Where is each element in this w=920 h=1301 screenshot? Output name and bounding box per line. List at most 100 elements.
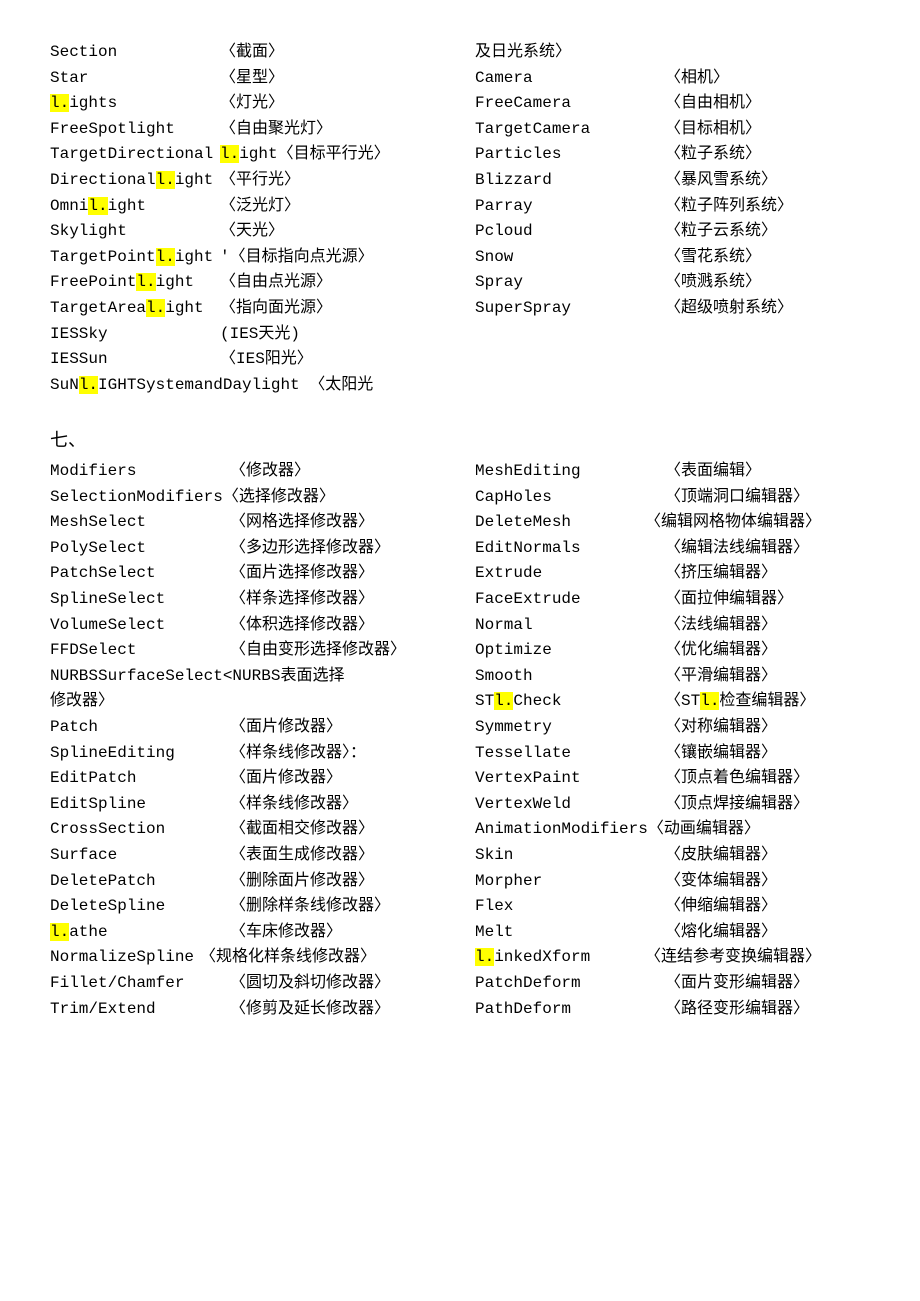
term: Patch — [50, 715, 230, 741]
glossary-row: NormalizeSpline〈规格化样条线修改器〉 — [50, 945, 445, 971]
term: FreePointl.ight — [50, 270, 220, 296]
definition: 〈修改器〉 — [230, 459, 310, 485]
term: FFDSelect — [50, 638, 230, 664]
definition: 〈STl.检查编辑器〉 — [665, 689, 815, 715]
definition: 〈超级喷射系统〉 — [665, 296, 793, 322]
term: SelectionModifiers — [50, 485, 223, 511]
glossary-row: STl.Check〈STl.检查编辑器〉 — [475, 689, 870, 715]
glossary-row: NURBSSurfaceSelect<NURBS表面选择 — [50, 664, 445, 690]
term: Tessellate — [475, 741, 665, 767]
glossary-row: VolumeSelect〈体积选择修改器〉 — [50, 613, 445, 639]
term: CapHoles — [475, 485, 665, 511]
glossary-row: Blizzard〈暴风雪系统〉 — [475, 168, 870, 194]
glossary-row: Camera〈相机〉 — [475, 66, 870, 92]
glossary-row: Patch〈面片修改器〉 — [50, 715, 445, 741]
definition: 〈样条选择修改器〉 — [230, 587, 374, 613]
term: TargetAreal.ight — [50, 296, 220, 322]
term: Blizzard — [475, 168, 665, 194]
term: SplineSelect — [50, 587, 230, 613]
definition: 〈多边形选择修改器〉 — [230, 536, 390, 562]
term: EditPatch — [50, 766, 230, 792]
glossary-row: Modifiers〈修改器〉 — [50, 459, 445, 485]
definition: 〈路径变形编辑器〉 — [665, 997, 809, 1023]
term: Directionall.ight — [50, 168, 220, 194]
term: IESSun — [50, 347, 220, 373]
definition: 〈IES阳光〉 — [220, 347, 313, 373]
term: Section — [50, 40, 220, 66]
definition: 〈目标相机〉 — [665, 117, 761, 143]
definition: 〈法线编辑器〉 — [665, 613, 777, 639]
term: MeshSelect — [50, 510, 230, 536]
definition: 〈镶嵌编辑器〉 — [665, 741, 777, 767]
definition: 〈变体编辑器〉 — [665, 869, 777, 895]
glossary-row: PolySelect〈多边形选择修改器〉 — [50, 536, 445, 562]
glossary-row: SplineEditing〈样条线修改器〉： — [50, 741, 445, 767]
glossary-row: Star〈星型〉 — [50, 66, 445, 92]
glossary-row: MeshEditing〈表面编辑〉 — [475, 459, 870, 485]
glossary-row: DeleteMesh〈编辑网格物体编辑器〉 — [475, 510, 870, 536]
glossary-row: AnimationModifiers〈动画编辑器〉 — [475, 817, 870, 843]
term: Particles — [475, 142, 665, 168]
glossary-row: PatchDeform〈面片变形编辑器〉 — [475, 971, 870, 997]
term: VertexPaint — [475, 766, 665, 792]
glossary-row: Trim/Extend〈修剪及延长修改器〉 — [50, 997, 445, 1023]
definition: 〈指向面光源〉 — [220, 296, 332, 322]
column-right: 及日光系统〉Camera〈相机〉FreeCamera〈自由相机〉TargetCa… — [475, 40, 870, 398]
definition: 〈截面相交修改器〉 — [230, 817, 374, 843]
glossary-row: SelectionModifiers〈选择修改器〉 — [50, 485, 445, 511]
section-modifiers: Modifiers〈修改器〉SelectionModifiers〈选择修改器〉M… — [50, 459, 870, 1022]
glossary-row: Smooth〈平滑编辑器〉 — [475, 664, 870, 690]
term: Normal — [475, 613, 665, 639]
definition: 〈平滑编辑器〉 — [665, 664, 777, 690]
definition: (IES天光) — [220, 322, 300, 348]
term: Morpher — [475, 869, 665, 895]
glossary-row: Normal〈法线编辑器〉 — [475, 613, 870, 639]
term: EditNormals — [475, 536, 665, 562]
glossary-row: Flex〈伸缩编辑器〉 — [475, 894, 870, 920]
definition: 〈伸缩编辑器〉 — [665, 894, 777, 920]
term: Modifiers — [50, 459, 230, 485]
section-lights-cameras: Section〈截面〉Star〈星型〉l.ights〈灯光〉FreeSpotli… — [50, 40, 870, 398]
term: Optimize — [475, 638, 665, 664]
term: FreeCamera — [475, 91, 665, 117]
glossary-row: IESSky(IES天光) — [50, 322, 445, 348]
term: PolySelect — [50, 536, 230, 562]
term: DeletePatch — [50, 869, 230, 895]
term: DeleteSpline — [50, 894, 230, 920]
term: Surface — [50, 843, 230, 869]
term: IESSky — [50, 322, 220, 348]
definition: '〈目标指向点光源〉 — [220, 245, 374, 271]
term: PatchDeform — [475, 971, 665, 997]
definition: 〈对称编辑器〉 — [665, 715, 777, 741]
definition: 〈顶点着色编辑器〉 — [665, 766, 809, 792]
glossary-full-line: NURBSSurfaceSelect<NURBS表面选择 — [50, 664, 344, 690]
term: Skylight — [50, 219, 220, 245]
term: Snow — [475, 245, 665, 271]
column-left: Section〈截面〉Star〈星型〉l.ights〈灯光〉FreeSpotli… — [50, 40, 445, 398]
definition: 〈连结参考变换编辑器〉 — [645, 945, 821, 971]
glossary-row: Tessellate〈镶嵌编辑器〉 — [475, 741, 870, 767]
glossary-row: Surface〈表面生成修改器〉 — [50, 843, 445, 869]
glossary-row: Skin〈皮肤编辑器〉 — [475, 843, 870, 869]
definition: 〈雪花系统〉 — [665, 245, 761, 271]
definition: 〈删除面片修改器〉 — [230, 869, 374, 895]
term: Camera — [475, 66, 665, 92]
glossary-row: FaceExtrude〈面拉伸编辑器〉 — [475, 587, 870, 613]
definition: 〈表面编辑〉 — [665, 459, 761, 485]
definition: 〈网格选择修改器〉 — [230, 510, 374, 536]
glossary-row: EditSpline〈样条线修改器〉 — [50, 792, 445, 818]
definition: 〈星型〉 — [220, 66, 284, 92]
term: Smooth — [475, 664, 665, 690]
term: l.athe — [50, 920, 230, 946]
term: STl.Check — [475, 689, 665, 715]
definition: 〈自由聚光灯〉 — [220, 117, 332, 143]
glossary-full-line: 修改器〉 — [50, 689, 114, 715]
term: l.ights — [50, 91, 220, 117]
column-right: MeshEditing〈表面编辑〉CapHoles〈顶端洞口编辑器〉Delete… — [475, 459, 870, 1022]
term: AnimationModifiers — [475, 817, 648, 843]
definition: 〈自由点光源〉 — [220, 270, 332, 296]
definition: 〈表面生成修改器〉 — [230, 843, 374, 869]
glossary-row: Parray〈粒子阵列系统〉 — [475, 194, 870, 220]
glossary-row: Morpher〈变体编辑器〉 — [475, 869, 870, 895]
term: TargetPointl.ight — [50, 245, 220, 271]
